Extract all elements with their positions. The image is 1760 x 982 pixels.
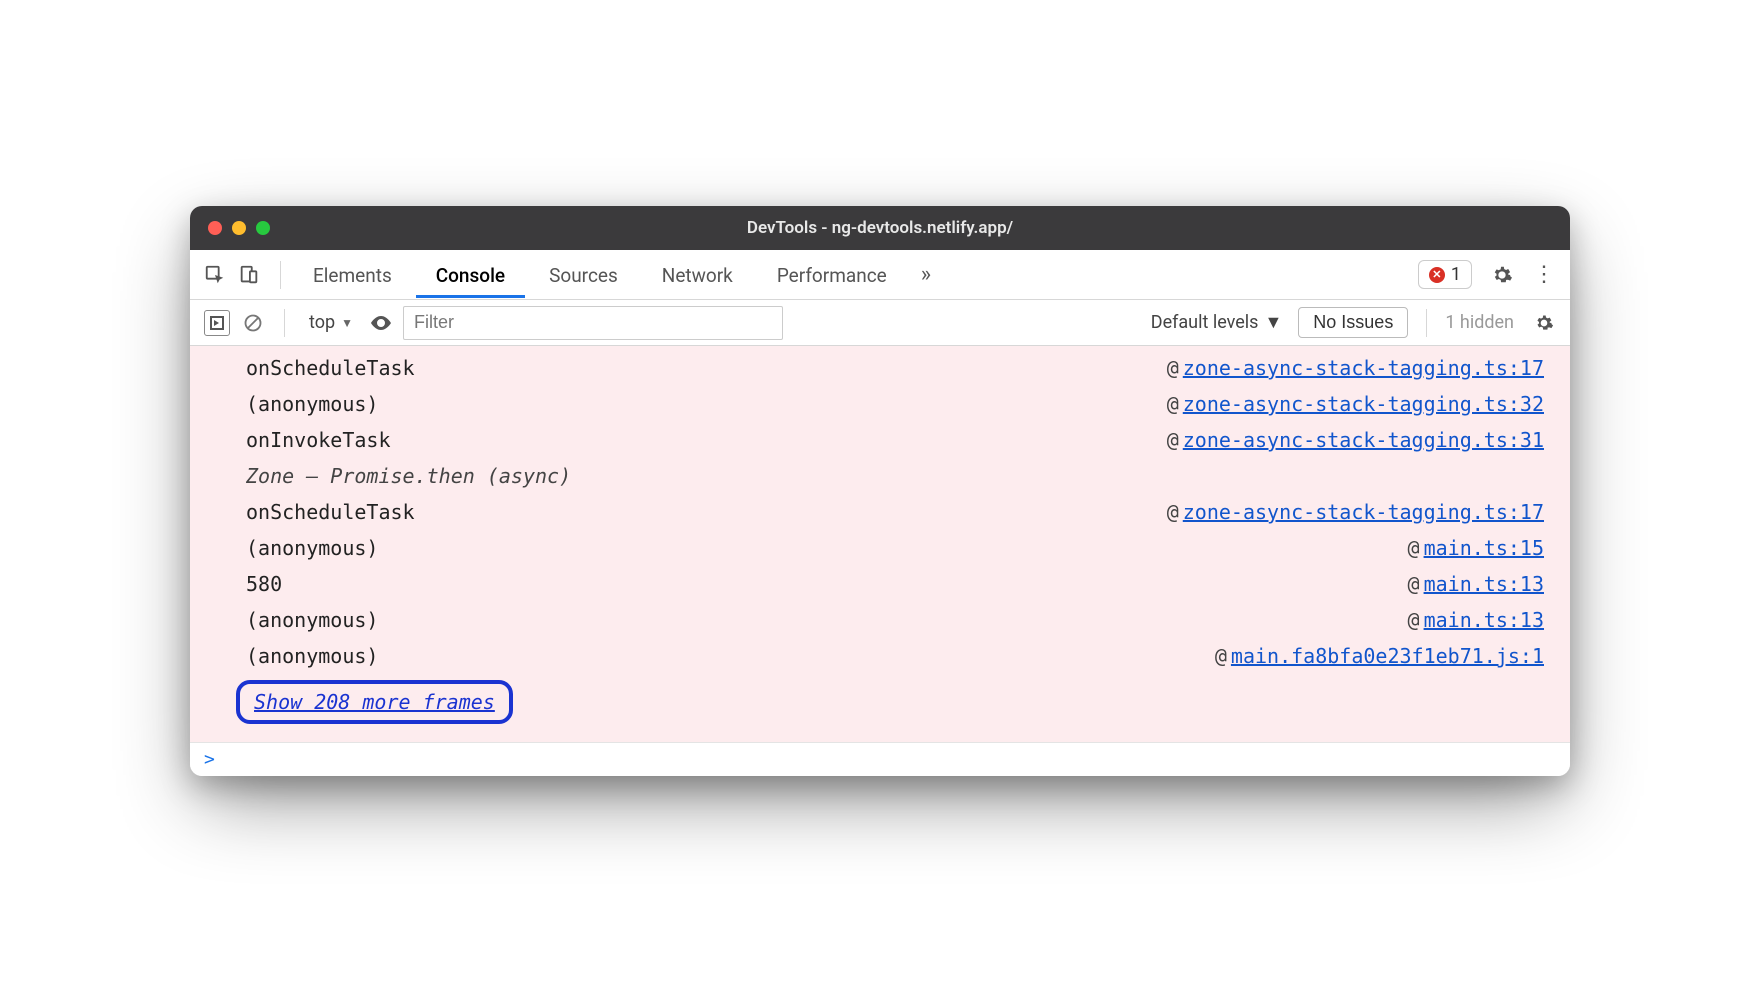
tab-console[interactable]: Console [416, 252, 525, 298]
settings-gear-icon[interactable] [1490, 263, 1514, 287]
stack-frame: (anonymous) @main.ts:15 [190, 530, 1570, 566]
chevron-down-icon: ▼ [1264, 312, 1282, 333]
console-prompt[interactable]: > [190, 742, 1570, 776]
hidden-count: 1 hidden [1445, 312, 1514, 333]
stack-frame-function: (anonymous) [246, 644, 378, 668]
issues-button[interactable]: No Issues [1298, 307, 1408, 338]
at-symbol: @ [1167, 392, 1183, 416]
stack-frame: (anonymous) @zone-async-stack-tagging.ts:… [190, 386, 1570, 422]
stack-frame: (anonymous) @main.ts:13 [190, 602, 1570, 638]
errors-count: 1 [1451, 264, 1461, 285]
divider [1426, 309, 1427, 337]
console-settings-gear-icon[interactable] [1532, 311, 1556, 335]
right-tools: ✕ 1 ⋮ [1406, 260, 1556, 289]
prompt-chevron-icon: > [204, 749, 215, 770]
source-link[interactable]: main.fa8bfa0e23f1eb71.js:1 [1231, 644, 1544, 668]
stack-frame-source: @zone-async-stack-tagging.ts:17 [1167, 356, 1544, 380]
devtools-window: DevTools - ng-devtools.netlify.app/ Elem… [190, 206, 1570, 776]
stack-frame: onScheduleTask @zone-async-stack-tagging.… [190, 494, 1570, 530]
show-more-frames-link[interactable]: Show 208 more frames [236, 680, 513, 724]
source-link[interactable]: zone-async-stack-tagging.ts:17 [1183, 500, 1544, 524]
tab-elements[interactable]: Elements [293, 252, 412, 298]
source-link[interactable]: main.ts:15 [1424, 536, 1544, 560]
stack-frame: onScheduleTask @zone-async-stack-tagging.… [190, 350, 1570, 386]
at-symbol: @ [1215, 644, 1231, 668]
stack-trace: onScheduleTask@zone-async-stack-tagging.… [190, 350, 1570, 674]
source-link[interactable]: main.ts:13 [1424, 608, 1544, 632]
stack-frame-function: (anonymous) [246, 608, 378, 632]
source-link[interactable]: zone-async-stack-tagging.ts:17 [1183, 356, 1544, 380]
window-title: DevTools - ng-devtools.netlify.app/ [190, 218, 1570, 238]
stack-frame-source: @main.ts:15 [1408, 536, 1544, 560]
stack-frame-source: @zone-async-stack-tagging.ts:32 [1167, 392, 1544, 416]
levels-label: Default levels [1151, 312, 1259, 333]
at-symbol: @ [1167, 500, 1183, 524]
divider [280, 261, 281, 289]
context-label: top [309, 312, 335, 333]
tab-sources[interactable]: Sources [529, 252, 638, 298]
filter-input[interactable] [403, 306, 783, 340]
at-symbol: @ [1408, 608, 1424, 632]
at-symbol: @ [1408, 536, 1424, 560]
stack-frame-function: (anonymous) [246, 392, 378, 416]
stack-frame-function: onScheduleTask [246, 500, 415, 524]
stack-frame: (anonymous) @main.fa8bfa0e23f1eb71.js:1 [190, 638, 1570, 674]
stack-frame-function: (anonymous) [246, 536, 378, 560]
device-toolbar-icon[interactable] [238, 264, 260, 286]
stack-frame-source: @zone-async-stack-tagging.ts:17 [1167, 500, 1544, 524]
console-error-block: onScheduleTask@zone-async-stack-tagging.… [190, 346, 1570, 742]
stack-frame-function: Zone — Promise.then (async) [246, 464, 571, 488]
stack-frame-source: @zone-async-stack-tagging.ts:31 [1167, 428, 1544, 452]
error-icon: ✕ [1429, 267, 1445, 283]
titlebar: DevTools - ng-devtools.netlify.app/ [190, 206, 1570, 250]
source-link[interactable]: zone-async-stack-tagging.ts:32 [1183, 392, 1544, 416]
toggle-console-sidebar-icon[interactable] [204, 310, 230, 336]
console-toolbar: top ▼ Default levels ▼ No Issues 1 hidde… [190, 300, 1570, 346]
errors-badge[interactable]: ✕ 1 [1418, 260, 1472, 289]
stack-frame-source: @main.ts:13 [1408, 572, 1544, 596]
inspect-element-icon[interactable] [204, 264, 226, 286]
execution-context-dropdown[interactable]: top ▼ [303, 310, 359, 335]
log-levels-dropdown[interactable]: Default levels ▼ [1145, 310, 1289, 335]
main-tabs: Elements Console Sources Network Perform… [190, 250, 1570, 300]
tab-network[interactable]: Network [642, 252, 753, 298]
stack-frame-function: onInvokeTask [246, 428, 391, 452]
stack-frame-function: 580 [246, 572, 282, 596]
stack-frame: onInvokeTask @zone-async-stack-tagging.ts… [190, 422, 1570, 458]
divider [284, 309, 285, 337]
tab-performance[interactable]: Performance [757, 252, 907, 298]
source-link[interactable]: main.ts:13 [1424, 572, 1544, 596]
stack-frame-function: onScheduleTask [246, 356, 415, 380]
tabs-overflow-icon[interactable]: » [911, 262, 941, 287]
source-link[interactable]: zone-async-stack-tagging.ts:31 [1183, 428, 1544, 452]
stack-frame-source: @main.fa8bfa0e23f1eb71.js:1 [1215, 644, 1544, 668]
stack-frame-source: @main.ts:13 [1408, 608, 1544, 632]
stack-frame: Zone — Promise.then (async) [190, 458, 1570, 494]
more-menu-icon[interactable]: ⋮ [1532, 263, 1556, 287]
at-symbol: @ [1167, 428, 1183, 452]
live-expression-icon[interactable] [369, 311, 393, 335]
chevron-down-icon: ▼ [341, 316, 353, 330]
left-tools [204, 264, 268, 286]
stack-frame: 580 @main.ts:13 [190, 566, 1570, 602]
at-symbol: @ [1167, 356, 1183, 380]
at-symbol: @ [1408, 572, 1424, 596]
clear-console-icon[interactable] [240, 310, 266, 336]
